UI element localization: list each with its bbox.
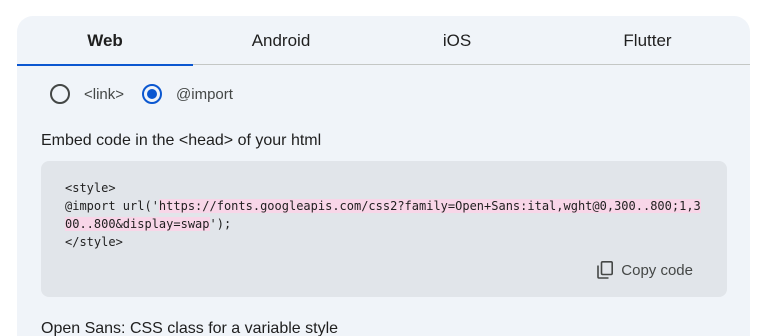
platform-tabs: Web Android iOS Flutter	[17, 16, 750, 66]
copy-code-button[interactable]: Copy code	[597, 261, 693, 279]
code-import-url: https://fonts.googleapis.com/css2?family…	[65, 199, 701, 231]
import-radio[interactable]	[142, 84, 163, 104]
tab-android[interactable]: Android	[193, 16, 369, 65]
embed-code-panel: Web Android iOS Flutter <link> @import E…	[17, 16, 750, 336]
import-radio-label[interactable]: @import	[176, 86, 233, 103]
link-radio[interactable]	[50, 84, 70, 104]
copy-code-label: Copy code	[621, 261, 693, 279]
next-section-heading: Open Sans: CSS class for a variable styl…	[41, 320, 339, 336]
tab-ios[interactable]: iOS	[369, 16, 545, 65]
tab-flutter[interactable]: Flutter	[545, 16, 750, 65]
code-import-suffix: ');	[209, 217, 232, 231]
code-text: <style> @import url('https://fonts.googl…	[65, 179, 705, 251]
link-radio-label[interactable]: <link>	[84, 86, 124, 103]
copy-icon	[597, 261, 614, 279]
embed-heading: Embed code in the <head> of your html	[41, 132, 322, 149]
tab-web[interactable]: Web	[17, 16, 193, 66]
code-line-style-close: </style>	[65, 235, 123, 249]
code-import-prefix: @import url('	[65, 199, 159, 213]
code-line-style-open: <style>	[65, 181, 116, 195]
code-block: <style> @import url('https://fonts.googl…	[41, 161, 727, 297]
embed-type-radio-group: <link> @import	[50, 83, 233, 105]
